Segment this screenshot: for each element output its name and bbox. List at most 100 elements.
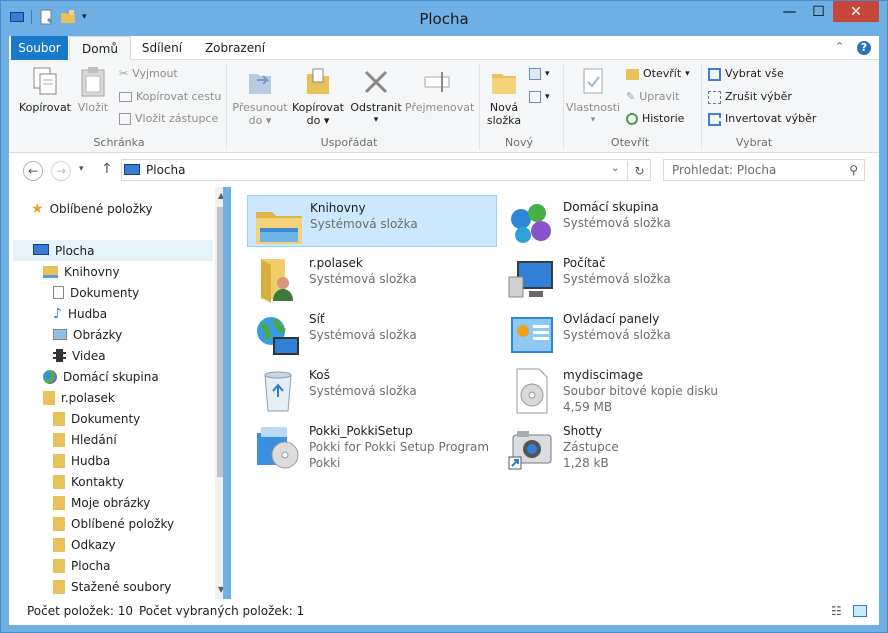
nav-item-downloads[interactable]: Stažené soubory <box>53 576 171 597</box>
copy-to-button[interactable]: Kopírovat do ▾ <box>289 66 347 127</box>
select-none-button[interactable]: Zrušit výběr <box>708 88 792 106</box>
status-bar: Počet položek: 10 Počet vybraných polože… <box>9 599 879 625</box>
tab-home[interactable]: Domů <box>69 36 131 61</box>
nav-item-desktop[interactable]: Plocha <box>13 240 213 261</box>
nav-item-homegroup[interactable]: Domácí skupina <box>43 366 159 387</box>
minimize-button[interactable]: — <box>776 1 803 22</box>
select-all-icon <box>708 67 721 81</box>
nav-item-user-documents[interactable]: Dokumenty <box>53 408 140 429</box>
easy-access-button[interactable]: ▾ <box>529 88 550 106</box>
nav-label: Moje obrázky <box>71 495 151 510</box>
edit-label: Upravit <box>639 90 680 103</box>
scroll-up-icon[interactable]: ▲ <box>218 191 223 200</box>
item-type: Systémová složka <box>563 272 671 286</box>
file-item-shotty[interactable]: Shotty Zástupce 1,28 kB <box>501 419 751 475</box>
nav-item-libraries[interactable]: Knihovny <box>43 261 120 282</box>
history-button[interactable]: Historie <box>626 110 684 128</box>
folder-icon <box>53 432 65 447</box>
open-button[interactable]: Otevřít ▾ <box>626 65 690 83</box>
ribbon-tabs: Soubor Domů Sdílení Zobrazení ⌃ ? <box>9 36 879 61</box>
nav-item-favorites[interactable]: ★ Oblíbené položky <box>31 198 153 219</box>
maximize-button[interactable]: ☐ <box>805 1 832 22</box>
paste-button[interactable]: Vložit <box>73 66 113 114</box>
nav-item-searches[interactable]: Hledání <box>53 429 117 450</box>
file-item-disc-image[interactable]: mydiscimage Soubor bitové kopie disku 4,… <box>501 363 751 419</box>
homegroup-icon <box>511 204 551 243</box>
nav-scrollbar[interactable]: ▲ ▼ <box>215 187 223 599</box>
desktop-icon <box>124 163 140 175</box>
refresh-icon[interactable]: ↻ <box>627 161 651 181</box>
copy-button[interactable]: Kopírovat <box>17 66 73 114</box>
nav-label: Oblíbené položky <box>71 516 175 531</box>
nav-label: Videa <box>72 348 106 363</box>
cut-button[interactable]: ✂ Vyjmout <box>119 65 178 83</box>
ribbon-separator <box>479 64 480 150</box>
new-folder-label-2: složka <box>486 114 522 127</box>
scroll-down-icon[interactable]: ▼ <box>218 585 223 594</box>
ribbon-separator <box>563 64 564 150</box>
nav-item-contacts[interactable]: Kontakty <box>53 471 124 492</box>
recycle-bin-icon <box>264 371 292 412</box>
nav-label: Kontakty <box>71 474 125 489</box>
nav-item-user-favorites[interactable]: Oblíbené položky <box>53 513 174 534</box>
history-label: Historie <box>642 112 685 125</box>
new-folder-button[interactable]: Nová složka <box>483 66 525 127</box>
item-name: Počítač <box>563 256 606 270</box>
properties-label: Vlastnosti <box>565 101 621 114</box>
close-button[interactable]: ✕ <box>833 1 879 22</box>
item-type: Systémová složka <box>563 328 671 342</box>
nav-item-videos[interactable]: Videa <box>53 345 106 366</box>
search-input[interactable]: Prohledat: Plocha ⚲ <box>663 159 865 181</box>
tab-file[interactable]: Soubor <box>11 36 68 60</box>
file-item-user[interactable]: r.polasek Systémová složka <box>247 251 497 303</box>
nav-item-music[interactable]: ♪ Hudba <box>53 303 107 324</box>
file-item-control-panel[interactable]: Ovládací panely Systémová složka <box>501 307 751 359</box>
properties-button[interactable]: Vlastnosti ▾ <box>565 66 621 127</box>
item-type: Systémová složka <box>309 384 417 398</box>
scroll-thumb[interactable] <box>217 207 223 477</box>
nav-item-user[interactable]: r.polasek <box>43 387 115 408</box>
paste-shortcut-label: Vložit zástupce <box>135 112 219 125</box>
up-arrow-icon[interactable]: ↑ <box>101 161 113 177</box>
item-name: Shotty <box>563 424 603 438</box>
nav-item-my-pictures[interactable]: Moje obrázky <box>53 492 150 513</box>
file-item-computer[interactable]: Počítač Systémová složka <box>501 251 751 303</box>
folder-icon <box>53 495 65 510</box>
ribbon-collapse-icon[interactable]: ⌃ <box>835 40 844 53</box>
file-item-pokki-setup[interactable]: Pokki_PokkiSetup Pokki for Pokki Setup P… <box>247 419 497 475</box>
rename-button[interactable]: Přejmenovat <box>405 66 474 114</box>
nav-item-pictures[interactable]: Obrázky <box>53 324 122 345</box>
file-item-recycle-bin[interactable]: Koš Systémová složka <box>247 363 497 415</box>
tab-view[interactable]: Zobrazení <box>195 36 275 60</box>
new-item-button[interactable]: ▾ <box>529 65 550 83</box>
recent-locations-icon[interactable]: ▾ <box>79 164 84 174</box>
nav-item-user-desktop[interactable]: Plocha <box>53 555 110 576</box>
file-list: Knihovny Systémová složka Domácí skupina… <box>231 187 879 599</box>
paste-shortcut-button[interactable]: Vložit zástupce <box>119 110 218 128</box>
large-icons-view-icon[interactable] <box>853 605 867 617</box>
copy-path-button[interactable]: Kopírovat cestu <box>119 88 221 106</box>
file-item-homegroup[interactable]: Domácí skupina Systémová složka <box>501 195 751 247</box>
invert-selection-label: Invertovat výběr <box>725 112 817 125</box>
back-button[interactable]: ← <box>23 161 43 181</box>
edit-button[interactable]: ✎ Upravit <box>626 88 679 106</box>
select-all-button[interactable]: Vybrat vše <box>708 65 784 83</box>
delete-button[interactable]: Odstranit ▾ <box>349 66 403 127</box>
move-to-button[interactable]: Přesunout do ▾ <box>231 66 289 127</box>
forward-arrow-icon: → <box>55 164 67 178</box>
invert-selection-button[interactable]: Invertovat výběr <box>708 110 816 128</box>
copy-to-label: Kopírovat <box>291 101 344 114</box>
nav-item-documents[interactable]: Dokumenty <box>53 282 139 303</box>
details-view-icon[interactable]: ☷ <box>831 604 842 618</box>
file-item-libraries[interactable]: Knihovny Systémová složka <box>247 195 497 247</box>
forward-button[interactable]: → <box>51 161 71 181</box>
address-dropdown-icon[interactable]: ⌄ <box>611 163 619 174</box>
nav-item-user-music[interactable]: Hudba <box>53 450 110 471</box>
address-bar[interactable]: Plocha ⌄ ↻ <box>121 159 651 181</box>
nav-item-links[interactable]: Odkazy <box>53 534 116 555</box>
tab-share[interactable]: Sdílení <box>131 36 193 60</box>
help-icon[interactable]: ? <box>857 41 871 55</box>
file-item-network[interactable]: Síť Systémová složka <box>247 307 497 359</box>
copy-path-label: Kopírovat cestu <box>136 90 222 103</box>
search-placeholder: Prohledat: Plocha <box>672 163 777 177</box>
